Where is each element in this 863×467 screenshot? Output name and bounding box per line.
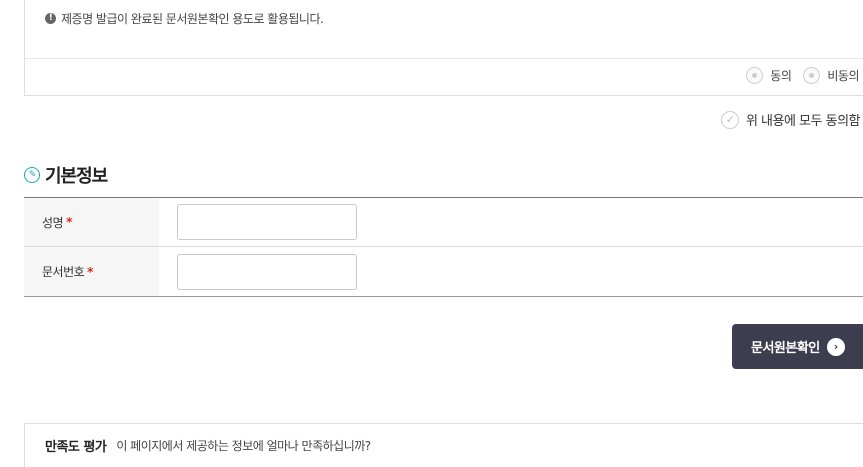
notice-text: 제증명 발급이 완료된 문서원본확인 용도로 활용됩니다. [61, 12, 324, 26]
notice-box: ! 제증명 발급이 완료된 문서원본확인 용도로 활용됩니다. 동의 비동의 [24, 0, 863, 96]
radio-circle-icon[interactable] [746, 67, 764, 84]
disagree-label: 비동의 [827, 69, 859, 83]
doc-number-row: 문서번호 * [24, 247, 863, 297]
chevron-right-icon: › [826, 337, 845, 356]
all-agree-checkbox[interactable]: ✓ 위 내용에 모두 동의함 [720, 110, 861, 129]
radio-circle-icon[interactable] [803, 67, 821, 84]
name-field-cell [159, 198, 863, 246]
survey-title: 만족도 평가 [45, 440, 107, 455]
survey-question: 이 페이지에서 제공하는 정보에 얼마나 만족하십니까? [116, 439, 371, 453]
confirm-original-button[interactable]: 문서원본확인 › [732, 324, 863, 369]
name-label-text: 성명 [42, 215, 64, 230]
basic-info-form: 성명 * 문서번호 * [24, 197, 863, 297]
consent-row: 동의 비동의 [25, 58, 863, 95]
consent-radio-group: 동의 비동의 [734, 67, 859, 84]
info-icon: ! [45, 13, 56, 24]
doc-number-input[interactable] [177, 253, 357, 290]
notice-line: ! 제증명 발급이 완료된 문서원본확인 용도로 활용됩니다. [45, 10, 324, 27]
section-title: ✎ 기본정보 [24, 162, 108, 188]
doc-number-label: 문서번호 * [24, 247, 159, 296]
agree-radio[interactable]: 동의 [746, 67, 792, 84]
all-agree-label: 위 내용에 모두 동의함 [745, 114, 861, 129]
disagree-radio[interactable]: 비동의 [803, 67, 859, 84]
name-label: 성명 * [24, 198, 159, 246]
required-mark: * [66, 215, 72, 229]
confirm-button-label: 문서원본확인 [751, 341, 820, 356]
name-input[interactable] [177, 204, 357, 240]
agree-label: 동의 [770, 69, 792, 83]
check-icon[interactable]: ✓ [720, 110, 739, 129]
edit-icon: ✎ [24, 167, 40, 183]
satisfaction-survey: 만족도 평가 이 페이지에서 제공하는 정보에 얼마나 만족하십니까? [24, 423, 863, 467]
doc-number-label-text: 문서번호 [42, 265, 85, 279]
section-title-text: 기본정보 [45, 166, 108, 187]
name-row: 성명 * [24, 198, 863, 247]
doc-number-field-cell [159, 247, 863, 296]
required-mark: * [87, 264, 93, 279]
